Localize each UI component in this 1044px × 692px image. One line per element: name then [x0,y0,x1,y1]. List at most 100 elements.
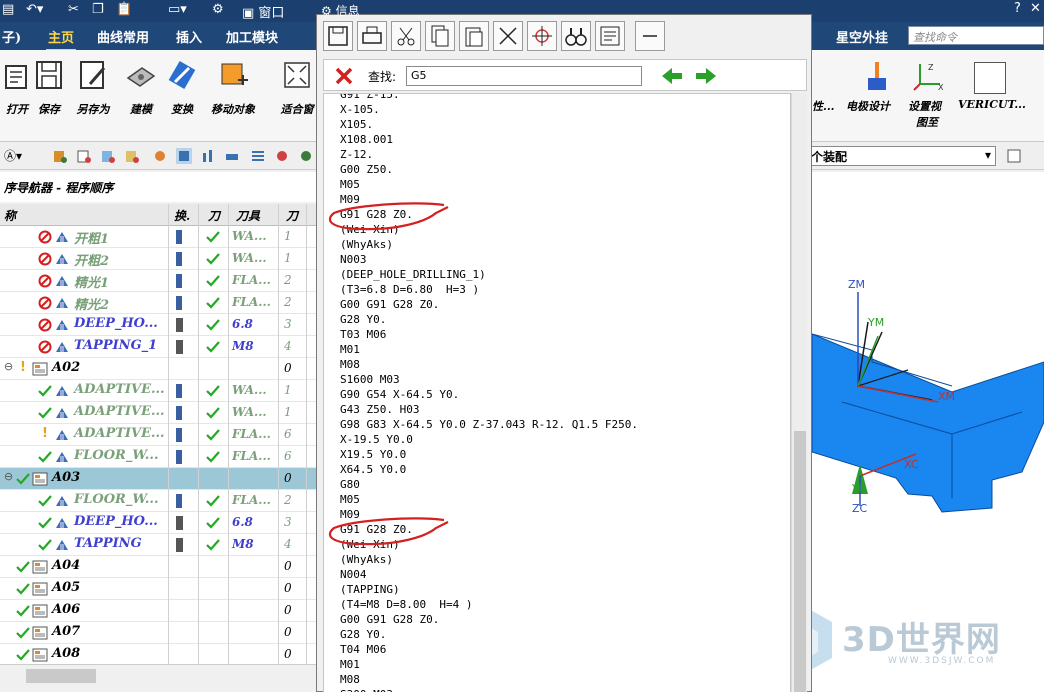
ribbon-label-properties[interactable]: 性... [812,98,835,114]
tree-row[interactable]: DEEP_HO... 6.8 3 [0,314,316,336]
generate-toolpath-icon[interactable] [274,148,290,164]
tree-row[interactable]: 精光2 FLA... 2 [0,292,316,314]
save-button[interactable] [323,21,353,51]
tree-row[interactable]: DEEP_HO... 6.8 3 [0,512,316,534]
save-as-button[interactable]: 另存为 [68,58,118,117]
command-search-input[interactable]: 查找命令 [908,26,1044,45]
tree-row[interactable]: FLOOR_W... FLA... 2 [0,490,316,512]
tree-row[interactable]: TAPPING_1 M8 4 [0,336,316,358]
info-text-area[interactable]: G91 Z-15. X-105. X105. X108.001 Z-12. G00 Z50… [323,93,791,692]
operation-type-icon [56,430,68,440]
transform-button[interactable]: 变换 [157,58,207,117]
tree-row[interactable]: ! ADAPTIVE... FLA... 6 [0,424,316,446]
tree-row[interactable]: ⊖! A02 0 [0,358,316,380]
paste-button[interactable] [459,21,489,51]
tree-row[interactable]: ADAPTIVE... WA... 1 [0,380,316,402]
find-previous-icon[interactable] [660,66,684,86]
close-find-icon[interactable] [334,66,354,86]
operation-type-icon [56,540,68,550]
tree-row[interactable]: A06 0 [0,600,316,622]
tool-name: FLA... [232,493,271,507]
col-tool[interactable]: 刀具 [236,207,260,224]
find-next-icon[interactable] [694,66,718,86]
find-input[interactable]: G5 [406,66,642,86]
paste-icon[interactable]: 📋 [116,2,132,17]
electrode-design-icon[interactable] [860,60,894,94]
info-vscrollbar[interactable] [791,93,807,692]
navigator-hscrollbar[interactable] [0,664,316,692]
window-switch-icon[interactable]: ▣ 窗口 [242,2,284,21]
tree-row[interactable]: TAPPING M8 4 [0,534,316,556]
quick-access-menu-icon[interactable]: ▤ [2,2,14,17]
assembly-selector[interactable]: 个装配 ▾ [806,146,996,166]
create-geometry-icon[interactable] [100,148,116,164]
tab-insert[interactable]: 插入 [176,27,202,46]
collapse-button[interactable] [635,21,665,51]
collapse-toggle-icon[interactable]: ⊖ [4,360,13,373]
wrap-button[interactable] [595,21,625,51]
create-tool-icon[interactable] [76,148,92,164]
collapse-toggle-icon[interactable]: ⊖ [4,470,13,483]
tree-row[interactable]: ADAPTIVE... WA... 1 [0,402,316,424]
tree-row[interactable]: FLOOR_W... FLA... 6 [0,446,316,468]
operation-type-icon [56,276,68,286]
create-program-icon[interactable] [52,148,68,164]
copy-button[interactable] [425,21,455,51]
col-name[interactable]: 称 [4,207,16,224]
tab-prev[interactable]: 子) [2,27,21,46]
save-button[interactable]: 保存 [24,58,74,117]
select-button[interactable] [527,21,557,51]
axis-label-yc: YC [852,482,866,495]
tree-row[interactable]: A05 0 [0,578,316,600]
col-toolnum[interactable]: 刀 [286,207,298,224]
tree-row[interactable]: 开粗1 WA... 1 [0,226,316,248]
tool-name: M8 [232,339,254,353]
delete-button[interactable] [493,21,523,51]
vericut-label[interactable]: VERICUT... [958,98,1026,111]
tree-row[interactable]: A08 0 [0,644,316,666]
electrode-design-label[interactable]: 电极设计 [846,98,890,114]
machine-tool-view-icon[interactable] [200,148,216,164]
tree-row[interactable]: ⊖ A03 0 [0,468,316,490]
highlight-annotations [328,202,449,546]
tree-row[interactable]: 精光1 FLA... 2 [0,270,316,292]
vscroll-thumb[interactable] [794,431,806,692]
set-view-label[interactable]: 设置视 [908,98,941,114]
tree-row[interactable]: 开粗2 WA... 1 [0,248,316,270]
cut-button[interactable] [391,21,421,51]
tree-row[interactable]: A07 0 [0,622,316,644]
program-order-view-icon[interactable] [176,148,192,164]
tab-home[interactable]: 主页 [45,27,77,52]
hscroll-thumb[interactable] [26,669,96,683]
set-view-icon[interactable]: ZX [912,60,946,94]
window-icon[interactable]: ▭▾ [168,2,187,17]
cut-icon[interactable]: ✂ [68,2,79,17]
tab-xingkong[interactable]: 星空外挂 [836,27,888,46]
tool-change-icon [176,428,182,442]
tab-curves[interactable]: 曲线常用 [97,27,149,46]
geometry-view-icon[interactable] [224,148,240,164]
move-object-button[interactable]: 移动对象 [208,58,258,117]
col-path[interactable]: 刀 [208,207,220,224]
method-view-icon[interactable] [250,148,266,164]
set-view-label-2[interactable]: 图至 [916,114,938,130]
print-button[interactable] [357,21,387,51]
find-button[interactable] [561,21,591,51]
filter-dropdown-icon[interactable]: Ⓐ▾ [4,147,22,164]
layer-settings-icon[interactable] [1006,148,1022,164]
close-icon[interactable]: ✕ [1030,1,1041,16]
copy-icon[interactable]: ❐ [92,2,104,17]
create-operation-icon[interactable] [152,148,168,164]
undo-icon[interactable]: ↶▾ [26,2,43,17]
col-toolchange[interactable]: 换. [174,207,190,224]
fit-window-button[interactable]: 适合窗 [272,58,322,117]
tab-machining[interactable]: 加工模块 [226,27,278,46]
verify-toolpath-icon[interactable] [298,148,314,164]
tree-row[interactable]: A04 0 [0,556,316,578]
tool-number: 3 [284,317,292,331]
settings-icon[interactable]: ⚙ [212,2,224,17]
row-name: TAPPING_1 [74,338,158,353]
vericut-icon[interactable] [974,62,1006,94]
create-method-icon[interactable] [124,148,140,164]
help-icon[interactable]: ? [1014,1,1021,16]
